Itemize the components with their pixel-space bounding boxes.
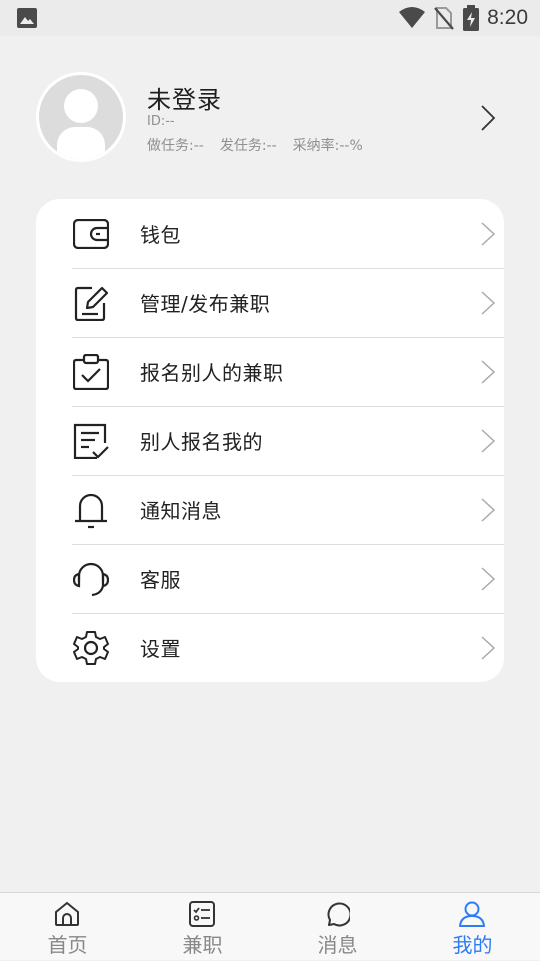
gear-icon <box>72 629 110 667</box>
chevron-right-icon <box>481 498 496 522</box>
person-icon <box>459 901 485 927</box>
menu-item-label: 别人报名我的 <box>140 430 263 454</box>
tab-home[interactable]: 首页 <box>0 893 135 961</box>
menu-item-label: 钱包 <box>140 223 181 247</box>
wifi-icon <box>399 7 426 28</box>
avatar-placeholder-icon <box>64 89 98 123</box>
menu-item-label: 管理/发布兼职 <box>140 292 271 316</box>
chevron-right-icon <box>481 429 496 453</box>
headset-icon <box>72 560 110 598</box>
tab-label: 兼职 <box>182 933 223 957</box>
chevron-right-icon <box>481 360 496 384</box>
stat-tasks-posted: 发任务:-- <box>219 138 277 154</box>
chevron-right-icon[interactable] <box>480 104 496 132</box>
battery-charging-icon <box>463 5 480 31</box>
status-bar: 8:20 <box>0 0 540 36</box>
bell-icon <box>72 491 110 529</box>
avatar[interactable] <box>36 72 126 162</box>
menu-item-label: 设置 <box>140 637 181 661</box>
chevron-right-icon <box>481 222 496 246</box>
tab-messages[interactable]: 消息 <box>270 893 405 961</box>
tab-label: 消息 <box>317 933 358 957</box>
menu-item-label: 客服 <box>140 568 181 592</box>
profile-header[interactable]: 未登录 ID:-- 做任务:-- 发任务:-- 采纳率:--% <box>0 36 540 186</box>
chevron-right-icon <box>481 567 496 591</box>
profile-stats: 做任务:-- 发任务:-- 采纳率:--% <box>147 135 379 155</box>
chevron-right-icon <box>481 291 496 315</box>
tab-jobs[interactable]: 兼职 <box>135 893 270 961</box>
tab-label: 首页 <box>47 933 88 957</box>
menu-item-label: 报名别人的兼职 <box>140 361 284 385</box>
chat-bubble-icon <box>327 902 350 927</box>
menu-item-label: 通知消息 <box>140 499 222 523</box>
tab-me[interactable]: 我的 <box>405 893 540 961</box>
stat-adoption-rate: 采纳率:--% <box>292 138 363 154</box>
photo-notification-icon <box>17 8 37 28</box>
menu-item-my-applications[interactable]: 报名别人的兼职 <box>72 337 504 406</box>
no-sim-icon <box>434 7 454 30</box>
menu-item-applicants[interactable]: 别人报名我的 <box>72 406 504 475</box>
profile-id: ID:-- <box>147 114 175 129</box>
chevron-right-icon <box>481 636 496 660</box>
status-time: 8:20 <box>487 6 528 29</box>
list-check-icon <box>72 422 110 460</box>
bottom-nav: 首页 兼职 消息 我的 <box>0 892 540 960</box>
clipboard-check-icon <box>72 353 110 391</box>
wallet-icon <box>72 215 110 253</box>
profile-name: 未登录 <box>147 86 222 114</box>
home-icon <box>55 901 79 926</box>
menu-item-notifications[interactable]: 通知消息 <box>72 475 504 544</box>
menu-item-manage-jobs[interactable]: 管理/发布兼职 <box>72 268 504 337</box>
stat-tasks-done: 做任务:-- <box>147 138 204 154</box>
menu-item-customer-service[interactable]: 客服 <box>72 544 504 613</box>
menu-item-wallet[interactable]: 钱包 <box>72 199 504 268</box>
tab-label: 我的 <box>452 933 493 957</box>
checklist-icon <box>189 901 215 927</box>
edit-document-icon <box>72 284 110 322</box>
menu-item-settings[interactable]: 设置 <box>72 613 504 682</box>
menu-card: 钱包 管理/发布兼职 报名别人的兼职 别人报名我的 通知消息 客服 设置 <box>36 199 504 682</box>
